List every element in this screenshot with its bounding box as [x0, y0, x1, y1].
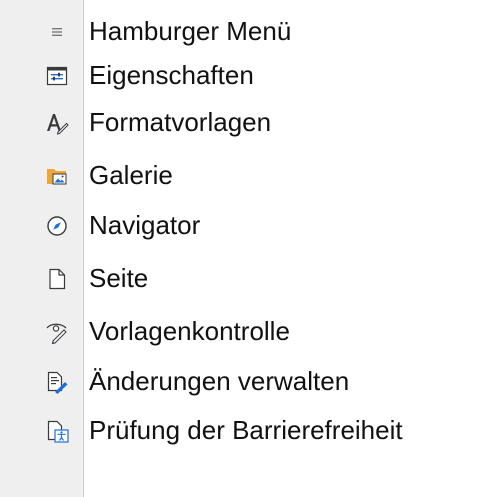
properties-icon: [45, 64, 69, 88]
menu-item-gallery[interactable]: Galerie: [0, 154, 480, 198]
menu-item-label: Vorlagenkontrolle: [89, 316, 290, 346]
manage-changes-icon: [45, 370, 69, 394]
page-icon: [45, 267, 69, 291]
menu-item-style-inspector[interactable]: Vorlagenkontrolle: [0, 310, 480, 354]
menu-item-label: Hamburger Menü: [89, 16, 292, 46]
hamburger-icon: [45, 20, 69, 44]
menu-item-hamburger[interactable]: Hamburger Menü: [0, 10, 480, 54]
menu-item-label: Navigator: [89, 210, 201, 240]
menu-item-label: Eigenschaften: [89, 60, 254, 90]
menu-item-accessibility-check[interactable]: Prüfung der Barrierefreiheit: [0, 409, 480, 453]
menu-item-navigator[interactable]: Navigator: [0, 204, 480, 248]
navigator-icon: [45, 214, 69, 238]
menu-item-styles[interactable]: Formatvorlagen: [0, 101, 480, 145]
menu-item-label: Galerie: [89, 160, 173, 190]
menu-item-label: Formatvorlagen: [89, 107, 272, 137]
partial-tab-icon: ▔▔▔ ▔▔: [10, 493, 56, 497]
styles-icon: [45, 111, 69, 135]
menu-item-page[interactable]: Seite: [0, 257, 480, 301]
menu-item-label: Seite: [89, 263, 149, 293]
gallery-icon: [45, 164, 69, 188]
menu-item-label: Änderungen verwalten: [89, 366, 350, 396]
menu-item-manage-changes[interactable]: Änderungen verwalten: [0, 360, 480, 404]
menu-item-label: Prüfung der Barrierefreiheit: [89, 415, 403, 445]
menu-item-properties[interactable]: Eigenschaften: [0, 54, 480, 98]
style-inspector-icon: [45, 320, 69, 344]
accessibility-check-icon: [45, 419, 69, 443]
